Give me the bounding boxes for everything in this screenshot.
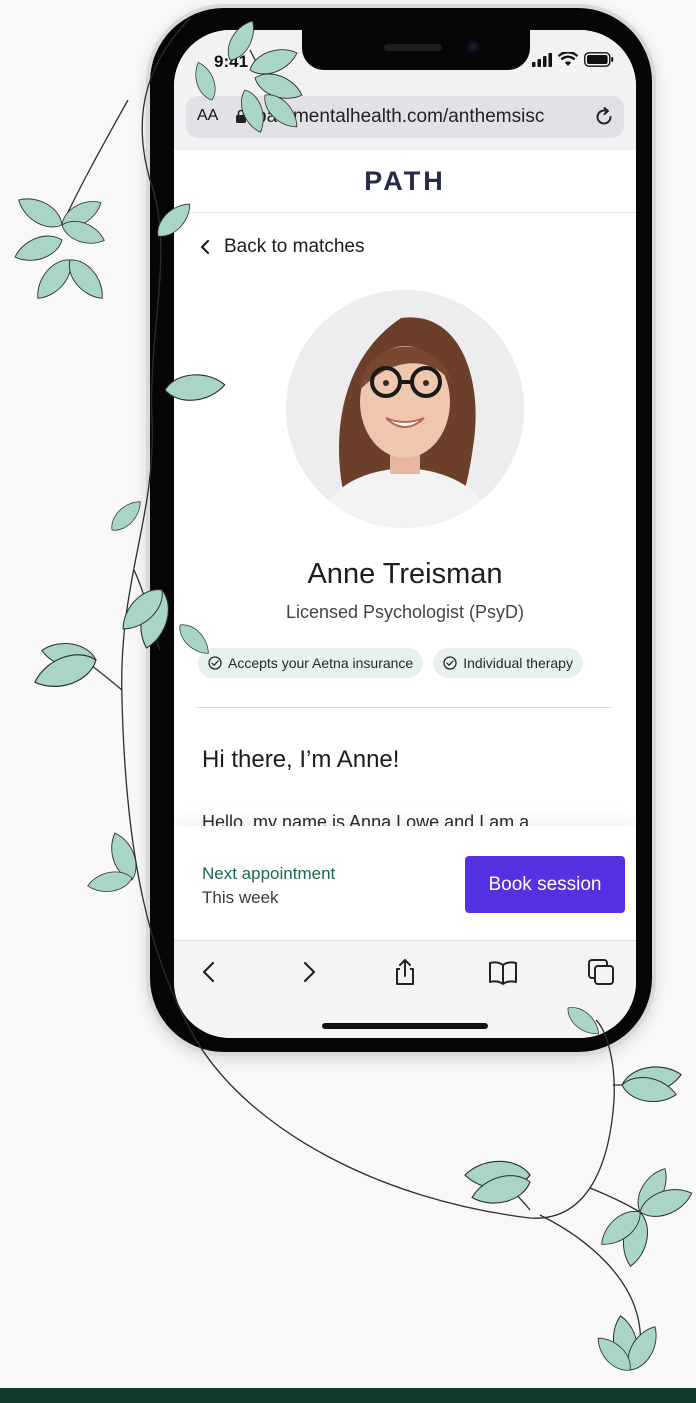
app-header: PATH: [174, 150, 636, 213]
therapist-title: Licensed Psychologist (PsyD): [285, 602, 525, 622]
section-divider: [196, 707, 612, 708]
status-icons: [532, 52, 614, 67]
next-appointment-value: This week: [202, 888, 279, 907]
back-to-matches-label: Back to matches: [224, 236, 365, 257]
insurance-chip-label: Accepts your Aetna insurance: [228, 655, 414, 671]
notch: [302, 30, 530, 70]
therapist-tags: Accepts your Aetna insurance Individual …: [198, 648, 583, 678]
battery-icon: [584, 52, 614, 67]
avatar-portrait: [286, 290, 524, 528]
text-size-button[interactable]: AA: [197, 107, 218, 125]
reload-icon[interactable]: [592, 105, 616, 129]
browser-back-icon[interactable]: [194, 957, 224, 987]
bio-heading: Hi there, I’m Anne!: [202, 746, 400, 773]
check-circle-icon: [443, 656, 457, 670]
status-time: 9:41: [214, 52, 249, 71]
therapy-type-chip: Individual therapy: [433, 648, 583, 678]
phone-screen: 9:41 AA pathmentalhealth.com/anthemsisc …: [174, 30, 636, 1038]
next-appointment-label: Next appointment: [202, 864, 336, 883]
bookmarks-icon[interactable]: [488, 957, 518, 987]
home-indicator: [322, 1023, 488, 1029]
wifi-icon: [558, 52, 578, 66]
insurance-chip: Accepts your Aetna insurance: [198, 648, 424, 678]
footer-band: [0, 1388, 696, 1403]
therapist-name: Anne Treisman: [307, 558, 503, 590]
path-logo[interactable]: PATH: [174, 166, 636, 197]
signal-icon: [532, 52, 552, 67]
booking-bar: Next appointment This week Book session: [174, 826, 636, 938]
back-to-matches-link[interactable]: Back to matches: [200, 236, 364, 258]
back-chevron-icon: [200, 239, 210, 255]
url-text[interactable]: pathmentalhealth.com/anthemsisc: [256, 106, 544, 128]
tabs-icon[interactable]: [586, 957, 616, 987]
phone-bezel: 9:41 AA pathmentalhealth.com/anthemsisc …: [150, 8, 652, 1052]
lock-icon: [236, 109, 246, 123]
browser-toolbar: [174, 940, 636, 1038]
front-camera: [466, 40, 480, 54]
check-circle-icon: [208, 656, 222, 670]
phone-frame: 9:41 AA pathmentalhealth.com/anthemsisc …: [146, 4, 656, 1056]
share-icon[interactable]: [390, 957, 420, 987]
book-session-button[interactable]: Book session: [465, 856, 625, 913]
therapist-avatar: [286, 290, 524, 528]
address-bar[interactable]: AA pathmentalhealth.com/anthemsisc: [186, 96, 624, 138]
therapy-type-chip-label: Individual therapy: [463, 655, 573, 671]
browser-forward-icon[interactable]: [294, 957, 324, 987]
speaker: [384, 44, 442, 51]
